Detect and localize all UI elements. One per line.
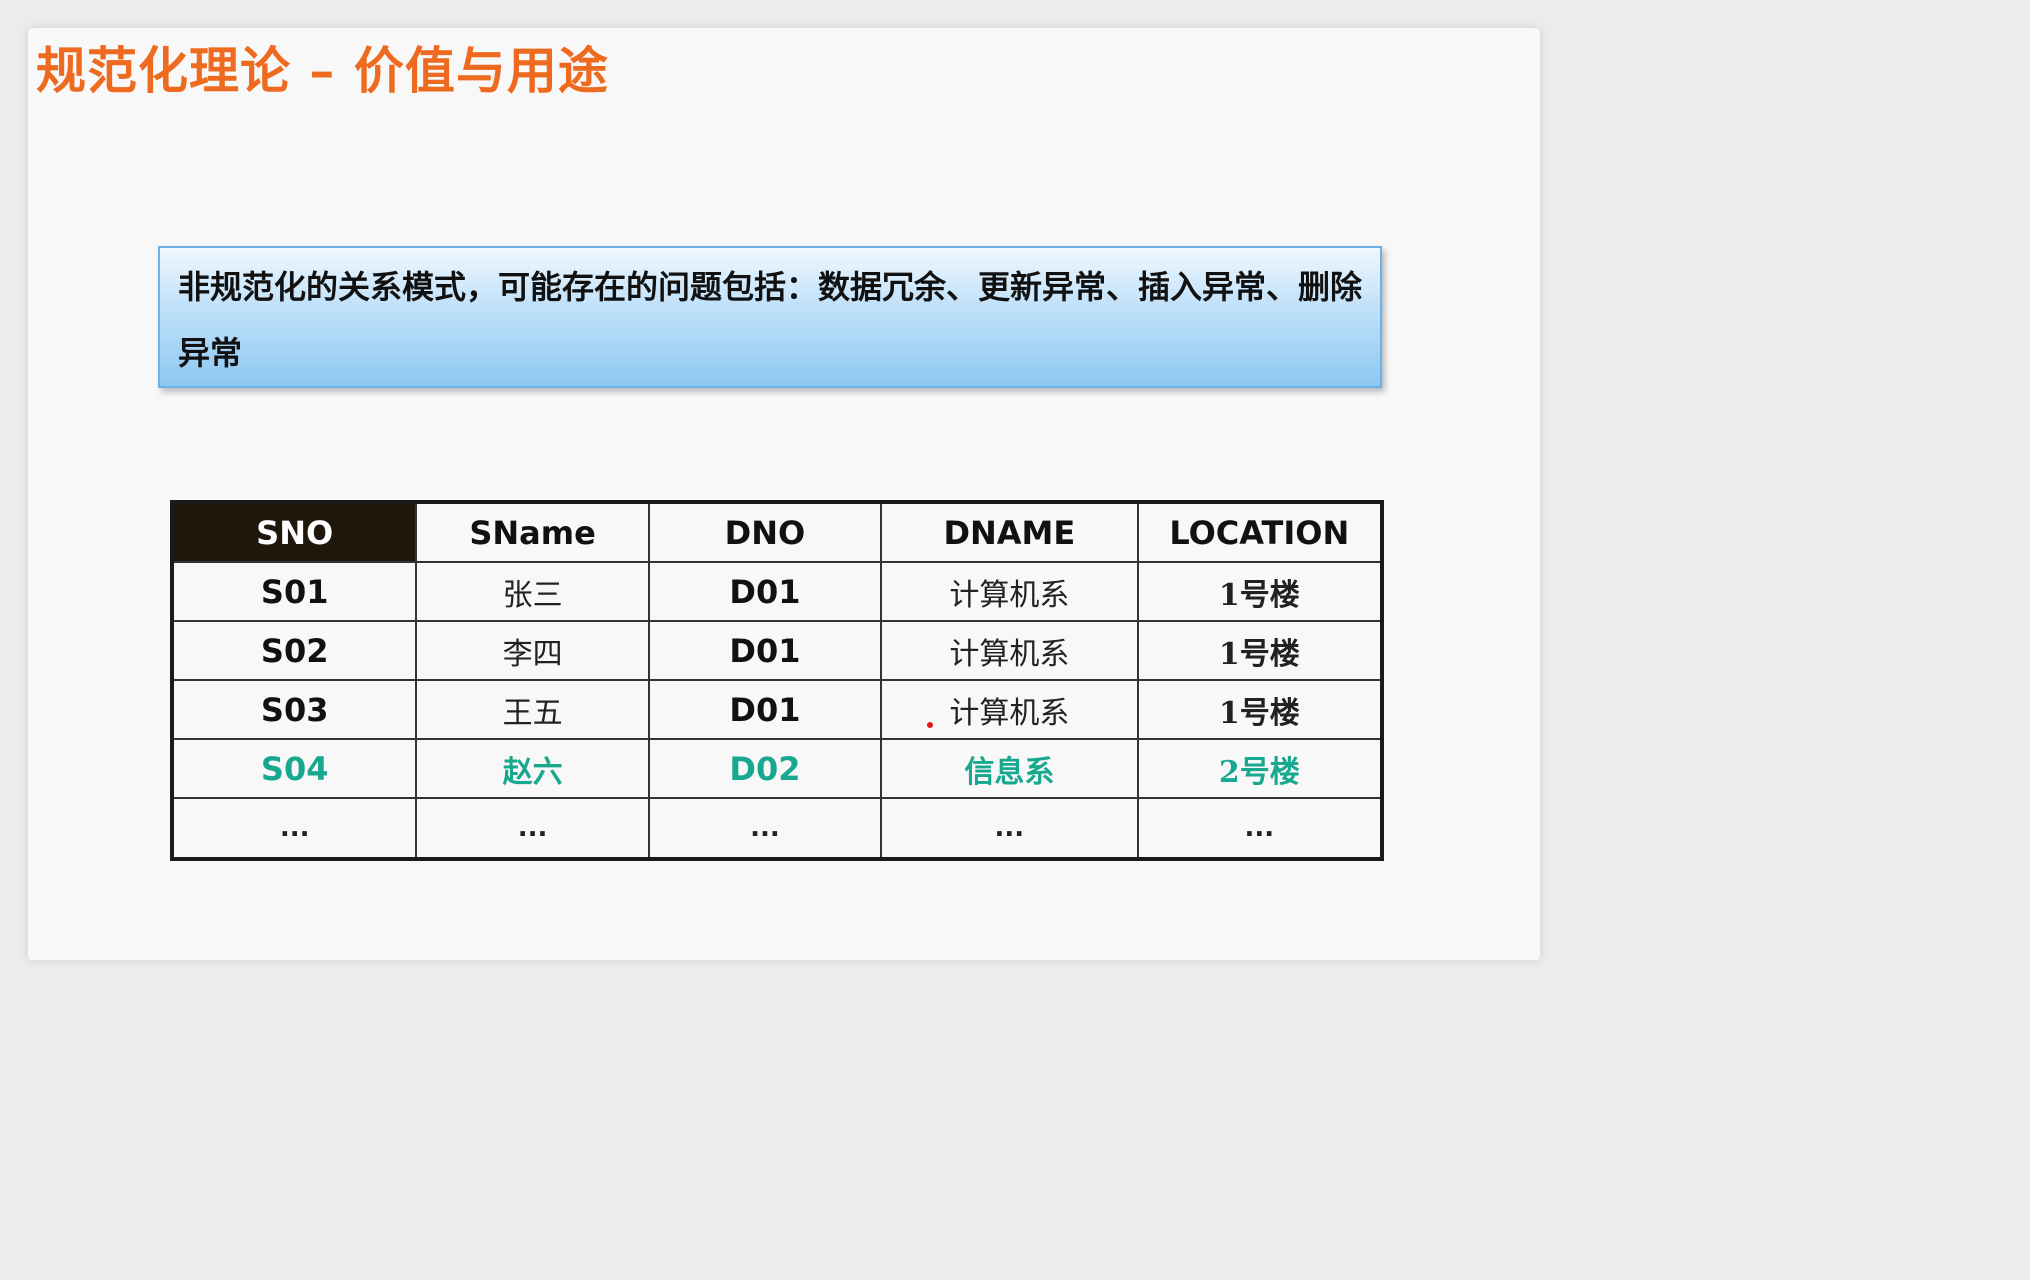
ellipsis-cell: ... bbox=[1136, 797, 1384, 860]
column-header-dname: DNAME bbox=[880, 501, 1139, 563]
column-header-dno: DNO bbox=[647, 501, 883, 563]
cell-dname: 计算机系 bbox=[880, 620, 1139, 681]
ellipsis-cell: ... bbox=[415, 797, 650, 860]
table-header-row: SNO SName DNO DNAME LOCATION bbox=[170, 501, 1384, 563]
cell-sname: 李四 bbox=[415, 620, 650, 681]
table-row-highlighted: S04 赵六 D02 信息系 2号楼 bbox=[170, 738, 1384, 799]
column-header-location: LOCATION bbox=[1136, 501, 1384, 563]
cell-sname: 赵六 bbox=[415, 738, 650, 799]
table-row: S02 李四 D01 计算机系 1号楼 bbox=[170, 620, 1384, 681]
cell-dname: 计算机系 bbox=[880, 561, 1139, 622]
slide-title: 规范化理论 – 价值与用途 bbox=[36, 41, 609, 100]
table-row: S01 张三 D01 计算机系 1号楼 bbox=[170, 561, 1384, 622]
cell-sno: S01 bbox=[170, 561, 418, 622]
column-header-sname: SName bbox=[415, 501, 650, 563]
cell-sno: S02 bbox=[170, 620, 418, 681]
cell-dname-annotated: 计算机系 bbox=[880, 679, 1139, 740]
cell-sno: S04 bbox=[170, 738, 418, 799]
cell-dno: D02 bbox=[647, 738, 883, 799]
slide: 规范化理论 – 价值与用途 非规范化的关系模式，可能存在的问题包括：数据冗余、更… bbox=[28, 28, 1540, 960]
ellipsis-cell: ... bbox=[880, 797, 1139, 860]
cell-location: 1号楼 bbox=[1136, 561, 1384, 622]
column-header-sno: SNO bbox=[170, 501, 418, 563]
callout-text: 非规范化的关系模式，可能存在的问题包括：数据冗余、更新异常、插入异常、删除异常 bbox=[178, 268, 1363, 372]
cell-sname: 王五 bbox=[415, 679, 650, 740]
ellipsis-cell: ... bbox=[170, 797, 418, 860]
annotated-cell-wrap: 计算机系 bbox=[927, 688, 1070, 732]
cell-location: 2号楼 bbox=[1136, 738, 1384, 799]
cell-sno: S03 bbox=[170, 679, 418, 740]
table-row-ellipsis: ... ... ... ... ... bbox=[170, 797, 1384, 860]
cell-location: 1号楼 bbox=[1136, 620, 1384, 681]
cell-location: 1号楼 bbox=[1136, 679, 1384, 740]
callout-box: 非规范化的关系模式，可能存在的问题包括：数据冗余、更新异常、插入异常、删除异常 bbox=[158, 246, 1382, 388]
relation-table: SNO SName DNO DNAME LOCATION S01 张三 D01 … bbox=[170, 500, 1384, 861]
cell-dno: D01 bbox=[647, 620, 883, 681]
cell-dno: D01 bbox=[647, 561, 883, 622]
cell-dname: 计算机系 bbox=[949, 695, 1070, 731]
annotation-dot bbox=[927, 721, 934, 728]
table-row: S03 王五 D01 计算机系 1号楼 bbox=[170, 679, 1384, 740]
cell-sname: 张三 bbox=[415, 561, 650, 622]
cell-dno: D01 bbox=[647, 679, 883, 740]
ellipsis-cell: ... bbox=[647, 797, 883, 860]
cell-dname: 信息系 bbox=[880, 738, 1139, 799]
